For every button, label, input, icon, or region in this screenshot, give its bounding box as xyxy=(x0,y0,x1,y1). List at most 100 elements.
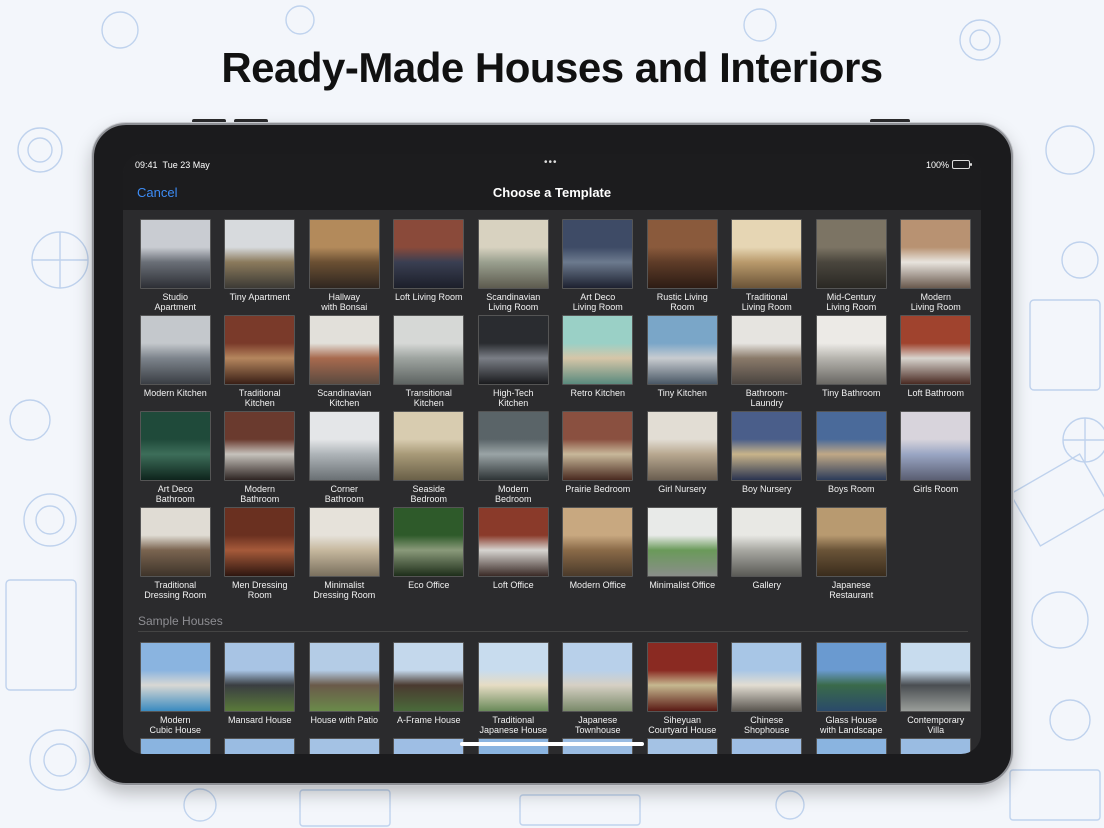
template-tile[interactable]: Seaside Bedroom xyxy=(387,411,472,507)
house-thumbnail xyxy=(562,738,634,754)
template-tile[interactable]: Scandinavian Kitchen xyxy=(302,315,387,411)
template-thumbnail xyxy=(815,507,887,577)
multitasking-dots[interactable]: ••• xyxy=(544,157,558,168)
house-tile[interactable] xyxy=(894,738,979,754)
template-thumbnail xyxy=(562,411,634,481)
house-thumbnail xyxy=(139,738,211,754)
house-tile[interactable]: Mansard House xyxy=(218,642,303,738)
house-label: Traditional Japanese House xyxy=(479,715,548,735)
template-tile[interactable]: Modern Bathroom xyxy=(218,411,303,507)
house-tile[interactable] xyxy=(640,738,725,754)
template-thumbnail xyxy=(477,507,549,577)
status-bar: 09:41 Tue 23 May ••• 100% xyxy=(123,154,981,176)
template-tile[interactable]: Hallway with Bonsai xyxy=(302,219,387,315)
template-label: Scandinavian Living Room xyxy=(486,292,541,312)
template-label: Japanese Restaurant xyxy=(829,580,874,600)
house-tile[interactable] xyxy=(387,738,472,754)
template-thumbnail xyxy=(139,507,211,577)
house-thumbnail xyxy=(477,738,549,754)
template-label: Traditional Kitchen xyxy=(238,388,281,408)
house-label: Modern Cubic House xyxy=(149,715,202,735)
template-tile[interactable]: Transitional Kitchen xyxy=(387,315,472,411)
template-tile[interactable]: Art Deco Living Room xyxy=(556,219,641,315)
tablet-screen: 09:41 Tue 23 May ••• 100% Cancel Choose … xyxy=(123,154,981,754)
template-label: Loft Bathroom xyxy=(907,388,965,398)
template-thumbnail xyxy=(562,315,634,385)
template-thumbnail xyxy=(393,219,465,289)
template-label: Modern Office xyxy=(569,580,626,590)
template-thumbnail xyxy=(224,411,296,481)
house-thumbnail xyxy=(815,738,887,754)
template-tile[interactable]: Girls Room xyxy=(894,411,979,507)
house-tile[interactable]: Chinese Shophouse xyxy=(725,642,810,738)
template-tile[interactable]: Art Deco Bathroom xyxy=(133,411,218,507)
template-list[interactable]: Studio Apartment Tiny Apartment Hallway wi… xyxy=(123,210,981,754)
template-thumbnail xyxy=(562,219,634,289)
house-tile[interactable] xyxy=(133,738,218,754)
template-tile[interactable]: Corner Bathroom xyxy=(302,411,387,507)
house-tile[interactable] xyxy=(471,738,556,754)
house-label: A-Frame House xyxy=(396,715,461,725)
house-tile[interactable]: Siheyuan Courtyard House xyxy=(640,642,725,738)
house-tile[interactable] xyxy=(725,738,810,754)
house-tile[interactable]: Modern Cubic House xyxy=(133,642,218,738)
template-tile[interactable]: Tiny Apartment xyxy=(218,219,303,315)
house-thumbnail xyxy=(308,642,380,712)
house-tile[interactable]: Japanese Townhouse xyxy=(556,642,641,738)
template-tile[interactable]: Minimalist Office xyxy=(640,507,725,603)
template-label: Studio Apartment xyxy=(154,292,197,312)
template-tile[interactable]: Eco Office xyxy=(387,507,472,603)
template-tile[interactable]: Boy Nursery xyxy=(725,411,810,507)
template-tile[interactable]: Tiny Bathroom xyxy=(809,315,894,411)
template-label: Boys Room xyxy=(827,484,875,494)
house-tile[interactable]: A-Frame House xyxy=(387,642,472,738)
template-tile[interactable]: Traditional Kitchen xyxy=(218,315,303,411)
template-tile[interactable]: Prairie Bedroom xyxy=(556,411,641,507)
template-tile[interactable]: Modern Living Room xyxy=(894,219,979,315)
template-tile[interactable]: Men Dressing Room xyxy=(218,507,303,603)
house-tile[interactable]: Glass House with Landscape xyxy=(809,642,894,738)
template-tile[interactable]: Loft Living Room xyxy=(387,219,472,315)
template-label: Corner Bathroom xyxy=(324,484,364,504)
template-tile[interactable]: Modern Office xyxy=(556,507,641,603)
template-tile[interactable]: Mid-Century Living Room xyxy=(809,219,894,315)
template-label: Modern Bathroom xyxy=(240,484,280,504)
house-tile[interactable]: House with Patio xyxy=(302,642,387,738)
template-tile[interactable]: Loft Bathroom xyxy=(894,315,979,411)
template-tile[interactable]: Loft Office xyxy=(471,507,556,603)
section-divider xyxy=(138,631,968,632)
template-tile[interactable]: Japanese Restaurant xyxy=(809,507,894,603)
template-label: High-Tech Kitchen xyxy=(492,388,534,408)
house-tile[interactable] xyxy=(556,738,641,754)
house-tile[interactable] xyxy=(302,738,387,754)
house-tile[interactable] xyxy=(809,738,894,754)
template-label: Modern Living Room xyxy=(910,292,961,312)
template-thumbnail xyxy=(139,411,211,481)
house-thumbnail xyxy=(224,642,296,712)
house-label: Contemporary Villa xyxy=(907,715,965,735)
template-tile[interactable]: Bathroom- Laundry xyxy=(725,315,810,411)
house-tile[interactable] xyxy=(218,738,303,754)
template-label: Modern Kitchen xyxy=(143,388,207,398)
template-label: Traditional Living Room xyxy=(741,292,792,312)
house-thumbnail xyxy=(562,642,634,712)
house-tile[interactable]: Traditional Japanese House xyxy=(471,642,556,738)
template-tile[interactable]: Traditional Living Room xyxy=(725,219,810,315)
template-tile[interactable]: High-Tech Kitchen xyxy=(471,315,556,411)
page-title: Choose a Template xyxy=(492,185,612,200)
template-tile[interactable]: Traditional Dressing Room xyxy=(133,507,218,603)
template-tile[interactable]: Modern Kitchen xyxy=(133,315,218,411)
template-tile[interactable]: Gallery xyxy=(725,507,810,603)
template-tile[interactable]: Modern Bedroom xyxy=(471,411,556,507)
template-tile[interactable]: Girl Nursery xyxy=(640,411,725,507)
template-tile[interactable]: Rustic Living Room xyxy=(640,219,725,315)
template-tile[interactable]: Tiny Kitchen xyxy=(640,315,725,411)
template-tile[interactable]: Studio Apartment xyxy=(133,219,218,315)
house-tile[interactable]: Contemporary Villa xyxy=(894,642,979,738)
template-tile[interactable]: Scandinavian Living Room xyxy=(471,219,556,315)
template-thumbnail xyxy=(477,219,549,289)
template-tile[interactable]: Boys Room xyxy=(809,411,894,507)
template-tile[interactable]: Minimalist Dressing Room xyxy=(302,507,387,603)
template-tile[interactable]: Retro Kitchen xyxy=(556,315,641,411)
template-thumbnail xyxy=(477,411,549,481)
